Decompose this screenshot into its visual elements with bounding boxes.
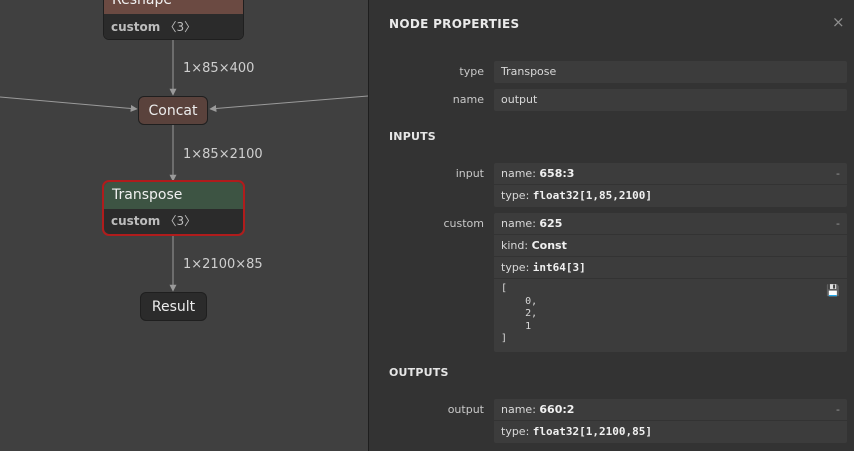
output-details[interactable]: name: 660:2 - type: float32[1,2100,85]	[494, 399, 847, 443]
inputs-section-title: INPUTS	[389, 130, 436, 143]
input-name-value: 658:3	[539, 167, 575, 180]
custom-collapse-toggle[interactable]: -	[836, 213, 840, 235]
custom-details[interactable]: name: 625 - kind: Const type: int64[3] […	[494, 213, 847, 352]
output-name-key: name:	[501, 403, 540, 416]
custom-tensor-block: [ 0, 2, 1 ] 💾	[494, 279, 847, 352]
node-reshape-attr-count: 〈3〉	[164, 20, 197, 34]
custom-kind-value: Const	[531, 239, 567, 252]
edge-label-concat-transpose: 1×85×2100	[183, 147, 263, 162]
property-label-name: name	[452, 93, 484, 106]
input-name-key: name:	[501, 167, 540, 180]
output-type-value: float32[1,2100,85]	[532, 425, 652, 438]
property-value-name[interactable]: output	[494, 89, 847, 111]
input-name-row: name: 658:3 -	[494, 163, 847, 185]
edge-left-concat	[0, 96, 138, 112]
edge-label-reshape-concat: 1×85×400	[183, 61, 255, 76]
node-result[interactable]: Result	[140, 292, 207, 321]
save-icon[interactable]: 💾	[826, 284, 840, 297]
node-reshape-header: Reshape	[104, 0, 243, 14]
output-label: output	[447, 403, 484, 416]
node-properties-panel: NODE PROPERTIES × type Transpose name ou…	[368, 0, 854, 451]
custom-type-row: type: int64[3]	[494, 257, 847, 279]
edge-right-concat	[209, 95, 368, 112]
edge-label-transpose-result: 1×2100×85	[183, 257, 263, 272]
node-reshape-attr-name: custom	[111, 20, 161, 34]
node-reshape[interactable]: Reshape custom 〈3〉	[103, 0, 244, 40]
input-type-value: float32[1,85,2100]	[532, 189, 652, 202]
node-transpose-attr: custom 〈3〉	[104, 209, 243, 234]
custom-kind-row: kind: Const	[494, 235, 847, 257]
custom-name-value: 625	[539, 217, 563, 230]
panel-title: NODE PROPERTIES	[389, 17, 520, 31]
custom-name-row: name: 625 -	[494, 213, 847, 235]
node-transpose-attr-count: 〈3〉	[164, 214, 197, 228]
node-transpose[interactable]: Transpose custom 〈3〉	[104, 182, 243, 234]
node-transpose-attr-name: custom	[111, 214, 161, 228]
outputs-section-title: OUTPUTS	[389, 366, 449, 379]
input-details[interactable]: name: 658:3 - type: float32[1,85,2100]	[494, 163, 847, 207]
node-transpose-header: Transpose	[104, 182, 243, 209]
node-concat[interactable]: Concat	[138, 96, 208, 125]
output-type-row: type: float32[1,2100,85]	[494, 421, 847, 443]
output-name-value: 660:2	[539, 403, 575, 416]
property-value-type[interactable]: Transpose	[494, 61, 847, 83]
custom-label: custom	[443, 217, 484, 230]
custom-kind-key: kind:	[501, 239, 532, 252]
node-reshape-attr: custom 〈3〉	[104, 14, 243, 39]
input-type-key: type:	[501, 189, 533, 202]
output-collapse-toggle[interactable]: -	[836, 399, 840, 421]
output-name-row: name: 660:2 -	[494, 399, 847, 421]
custom-name-key: name:	[501, 217, 540, 230]
output-type-key: type:	[501, 425, 533, 438]
close-icon[interactable]: ×	[832, 13, 845, 31]
input-label: input	[455, 167, 484, 180]
node-concat-title: Concat	[148, 102, 198, 119]
custom-type-value: int64[3]	[532, 261, 586, 274]
input-collapse-toggle[interactable]: -	[836, 163, 840, 185]
custom-type-key: type:	[501, 261, 533, 274]
custom-tensor-value: [ 0, 2, 1 ]	[501, 283, 538, 344]
graph-canvas[interactable]: Reshape custom 〈3〉 1×85×400 Concat 1×85×…	[0, 0, 368, 451]
property-label-type: type	[459, 65, 484, 78]
node-result-title: Result	[151, 298, 196, 315]
input-type-row: type: float32[1,85,2100]	[494, 185, 847, 207]
